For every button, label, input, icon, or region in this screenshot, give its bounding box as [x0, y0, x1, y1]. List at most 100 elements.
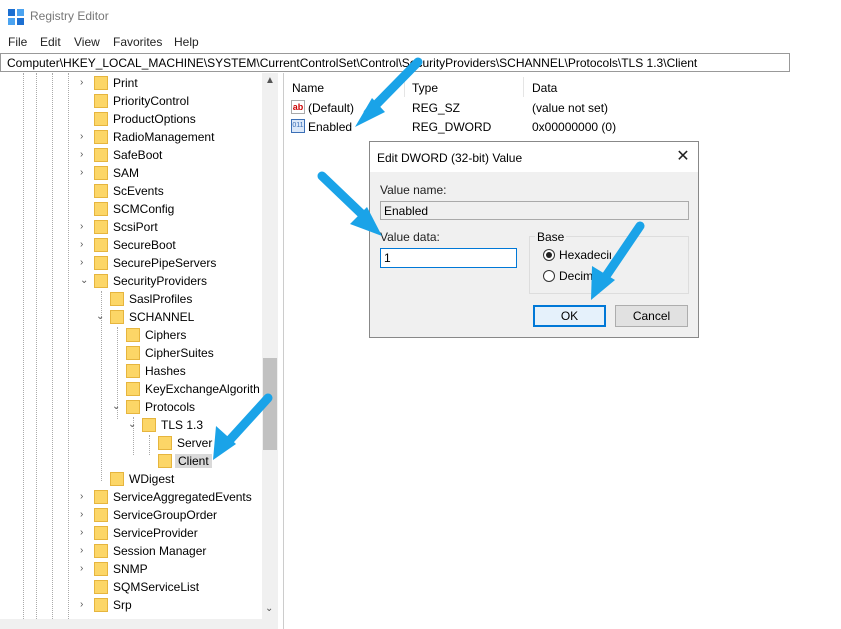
no-expander — [80, 185, 92, 197]
tree-node-label: Srp — [113, 598, 132, 612]
key-tree: › Print PriorityControl ProductOptions › Radi… — [0, 73, 278, 629]
folder-icon — [94, 112, 108, 126]
tree-horizontal-scrollbar[interactable] — [0, 619, 278, 629]
no-expander — [112, 383, 124, 395]
folder-icon — [94, 76, 108, 90]
tree-node-label: Server — [177, 436, 213, 450]
value-data: 0x00000000 (0) — [532, 120, 617, 134]
tree-node-label: SNMP — [113, 562, 148, 576]
no-expander — [112, 347, 124, 359]
tree-node-label: ScEvents — [113, 184, 164, 198]
cancel-button[interactable]: Cancel — [615, 305, 688, 327]
folder-icon — [142, 418, 156, 432]
tree-node-label: TLS 1.3 — [161, 418, 204, 432]
tree-node-label: ServiceGroupOrder — [113, 508, 218, 522]
menu-favorites[interactable]: Favorites — [113, 35, 162, 49]
tree-vertical-scrollbar[interactable]: ▲ ⌄ — [262, 73, 278, 629]
tree-node-label: SAM — [113, 166, 140, 180]
menu-file[interactable]: File — [8, 35, 27, 49]
title-bar: Registry Editor — [0, 0, 792, 32]
chevron-down-icon[interactable]: ⌄ — [112, 401, 124, 413]
column-name[interactable]: Name — [292, 81, 324, 95]
decimal-radio[interactable] — [543, 270, 555, 282]
tree-node-label: Ciphers — [145, 328, 187, 342]
folder-icon — [94, 166, 108, 180]
chevron-right-icon[interactable]: › — [80, 599, 92, 611]
ok-button[interactable]: OK — [533, 305, 606, 327]
dialog-title-bar: Edit DWORD (32-bit) Value ✕ — [370, 142, 698, 172]
folder-icon — [110, 292, 124, 306]
folder-icon — [126, 400, 140, 414]
tree-node-label: RadioManagement — [113, 130, 215, 144]
tree-node-label: ServiceAggregatedEvents — [113, 490, 252, 504]
tree-node-label: SQMServiceList — [113, 580, 200, 594]
folder-icon — [94, 274, 108, 288]
folder-icon — [94, 238, 108, 252]
pane-splitter[interactable] — [283, 73, 284, 629]
chevron-right-icon[interactable]: › — [80, 491, 92, 503]
tree-node-label: Hashes — [145, 364, 186, 378]
menu-edit[interactable]: Edit — [40, 35, 61, 49]
address-bar[interactable]: Computer\HKEY_LOCAL_MACHINE\SYSTEM\Curre… — [0, 53, 790, 72]
tree-node-label: ScsiPort — [113, 220, 158, 234]
chevron-right-icon[interactable]: › — [80, 563, 92, 575]
window-title: Registry Editor — [30, 9, 109, 23]
value-type: REG_SZ — [412, 101, 461, 115]
decimal-label[interactable]: Decimal — [559, 269, 597, 283]
no-expander — [112, 365, 124, 377]
value-name-text: Enabled — [384, 204, 429, 218]
chevron-right-icon[interactable]: › — [80, 221, 92, 233]
menu-help[interactable]: Help — [174, 35, 199, 49]
folder-icon — [94, 526, 108, 540]
chevron-right-icon[interactable]: › — [80, 239, 92, 251]
value-name: Enabled — [308, 120, 353, 134]
column-type[interactable]: Type — [412, 81, 438, 95]
folder-icon — [94, 202, 108, 216]
tree-node-label: SecurePipeServers — [113, 256, 217, 270]
folder-icon — [94, 508, 108, 522]
address-path: Computer\HKEY_LOCAL_MACHINE\SYSTEM\Curre… — [7, 56, 698, 70]
chevron-right-icon[interactable]: › — [80, 509, 92, 521]
chevron-down-icon[interactable]: ⌄ — [80, 275, 92, 287]
value-type: REG_DWORD — [412, 120, 492, 134]
folder-icon — [158, 454, 172, 468]
hexadecimal-radio[interactable] — [543, 249, 555, 261]
tree-node-label: SCHANNEL — [129, 310, 195, 324]
column-data[interactable]: Data — [532, 81, 557, 95]
menu-view[interactable]: View — [74, 35, 100, 49]
folder-icon — [110, 310, 124, 324]
value-row-default[interactable]: ab (Default) REG_SZ (value not set) — [285, 99, 785, 117]
chevron-right-icon[interactable]: › — [80, 167, 92, 179]
no-expander — [144, 455, 156, 467]
no-expander — [80, 113, 92, 125]
chevron-down-icon[interactable]: ⌄ — [96, 311, 108, 323]
value-data-label: Value data: — [380, 230, 440, 244]
chevron-right-icon[interactable]: › — [80, 149, 92, 161]
folder-icon — [94, 184, 108, 198]
dialog-title: Edit DWORD (32-bit) Value — [377, 151, 523, 165]
chevron-right-icon[interactable]: › — [80, 545, 92, 557]
chevron-right-icon[interactable]: › — [80, 131, 92, 143]
tree-node-label: SaslProfiles — [129, 292, 193, 306]
folder-icon — [94, 220, 108, 234]
folder-icon — [94, 130, 108, 144]
value-row-enabled[interactable]: 011 Enabled REG_DWORD 0x00000000 (0) — [285, 118, 785, 136]
scroll-thumb[interactable] — [263, 358, 277, 450]
dword-value-icon: 011 — [291, 119, 305, 133]
tree-node-label: Print — [113, 76, 138, 90]
close-icon[interactable]: ✕ — [672, 146, 694, 168]
folder-icon — [94, 562, 108, 576]
value-data-input[interactable] — [380, 248, 517, 268]
tree-node-label: KeyExchangeAlgorith — [145, 382, 260, 396]
scroll-down-icon[interactable]: ⌄ — [265, 603, 273, 614]
chevron-down-icon[interactable]: ⌄ — [128, 419, 140, 431]
scroll-up-icon[interactable]: ▲ — [265, 75, 275, 86]
chevron-right-icon[interactable]: › — [80, 257, 92, 269]
no-expander — [80, 203, 92, 215]
tree-node-label: SCMConfig — [113, 202, 175, 216]
string-value-icon: ab — [291, 100, 305, 114]
chevron-right-icon[interactable]: › — [80, 77, 92, 89]
hexadecimal-label[interactable]: Hexadecimal — [559, 248, 611, 262]
no-expander — [96, 293, 108, 305]
chevron-right-icon[interactable]: › — [80, 527, 92, 539]
